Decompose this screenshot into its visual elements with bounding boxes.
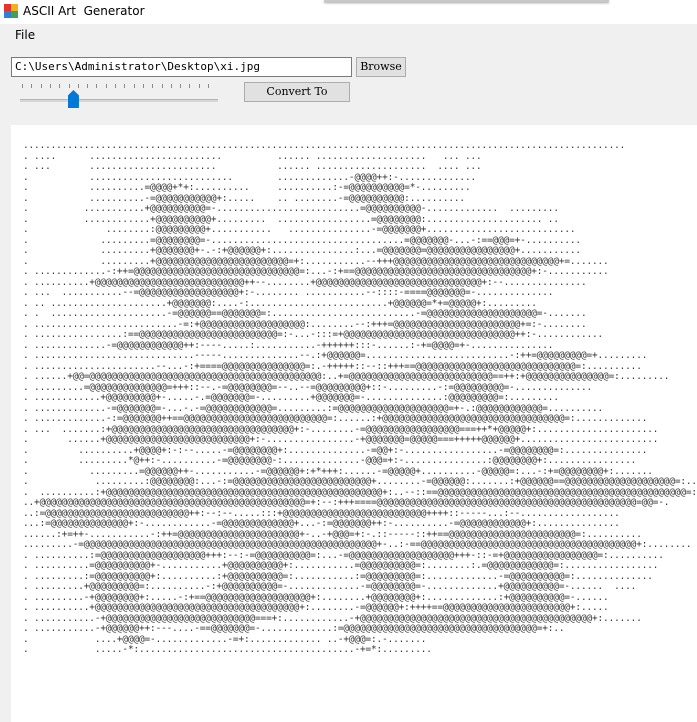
- slider-tick: [115, 84, 116, 88]
- title-bar: ASCII Art Generator: [0, 0, 697, 24]
- slider-track[interactable]: [20, 99, 218, 102]
- color-tiles-icon: [4, 4, 18, 18]
- slider-tick: [87, 84, 89, 88]
- browse-button[interactable]: Browse: [356, 57, 406, 77]
- toolbar: Browse Convert To: [0, 47, 697, 125]
- slider-ticks: [22, 84, 218, 90]
- background-window-edge: [324, 0, 609, 2]
- slider-tick: [31, 84, 33, 88]
- slider-tick: [133, 84, 135, 88]
- slider-tick: [124, 84, 126, 88]
- slider-tick: [49, 84, 51, 88]
- convert-to-button[interactable]: Convert To: [244, 82, 350, 102]
- menu-item-file[interactable]: File: [9, 28, 41, 42]
- slider-tick: [59, 84, 61, 88]
- ascii-art-output: ........................................…: [23, 140, 697, 655]
- window-title: ASCII Art Generator: [23, 4, 145, 18]
- slider-tick: [22, 84, 23, 88]
- slider-tick: [40, 84, 42, 88]
- slider-tick: [152, 84, 154, 88]
- slider-tick: [170, 84, 172, 88]
- slider-tick: [105, 84, 107, 88]
- slider-tick: [96, 84, 98, 88]
- slider-thumb[interactable]: [67, 90, 79, 108]
- slider-tick: [77, 84, 79, 88]
- slider-tick: [189, 84, 191, 88]
- slider-tick: [208, 84, 209, 88]
- slider-tick: [198, 84, 200, 88]
- slider-tick: [161, 84, 163, 88]
- slider-tick: [180, 84, 182, 88]
- ascii-output-panel: ........................................…: [11, 125, 697, 722]
- file-path-input[interactable]: [11, 57, 352, 77]
- slider-tick: [68, 84, 70, 88]
- menu-bar: File: [0, 24, 697, 47]
- slider-tick: [142, 84, 144, 88]
